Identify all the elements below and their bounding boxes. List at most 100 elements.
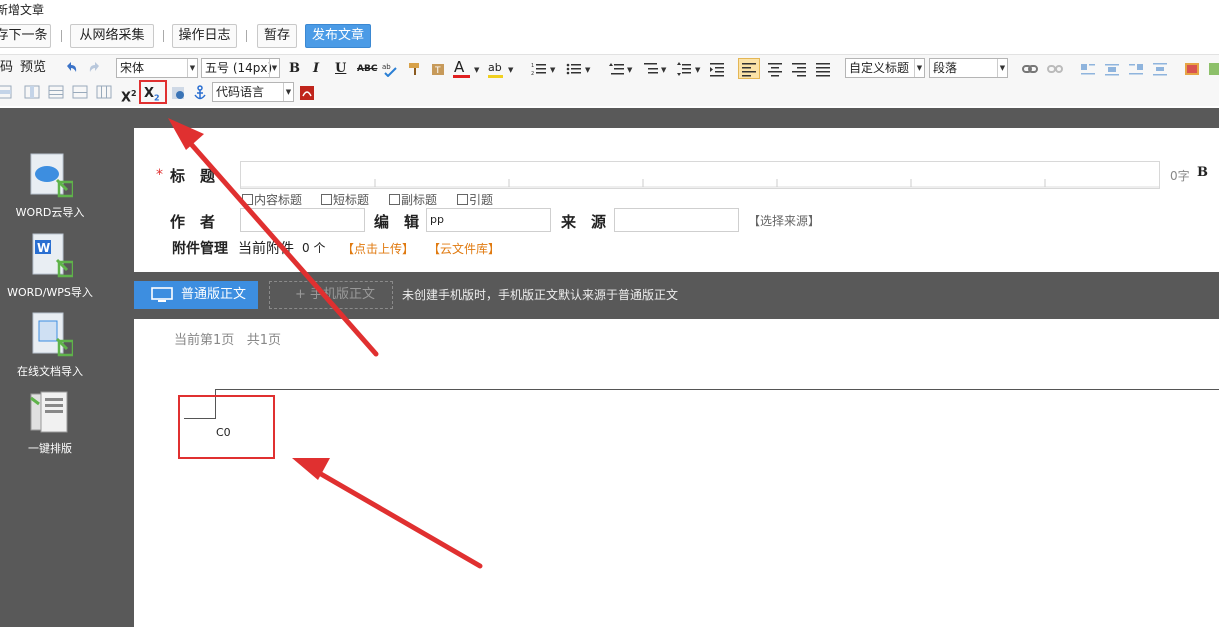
collect-from-web-button[interactable]: 从网络采集	[70, 24, 154, 48]
font-color-icon[interactable]: A	[454, 57, 464, 77]
line-height-icon[interactable]	[676, 61, 692, 77]
option-subtitle[interactable]: 副标题	[389, 191, 437, 208]
save-draft-button[interactable]: 暂存	[257, 24, 297, 48]
link-icon[interactable]	[1022, 61, 1038, 77]
align-center-icon[interactable]	[767, 61, 783, 77]
title-char-counter: 0字	[1170, 169, 1190, 183]
font-size-select[interactable]: 五号 (14px) ▼	[201, 58, 280, 78]
superscript-icon[interactable]: X2	[121, 84, 137, 105]
chevron-down-icon[interactable]: ▼	[661, 66, 666, 74]
table-insert-row-icon[interactable]	[0, 84, 12, 100]
mobile-tab-note: 未创建手机版时，手机版正文默认来源于普通版正文	[402, 288, 679, 302]
checkbox[interactable]	[457, 194, 468, 205]
author-input[interactable]	[240, 208, 365, 232]
checkbox[interactable]	[321, 194, 332, 205]
font-color-swatch	[453, 75, 470, 78]
editor-label: 编 辑	[374, 213, 420, 231]
italic-icon[interactable]: I	[313, 59, 319, 79]
svg-text:1: 1	[531, 63, 534, 69]
clear-format-icon[interactable]: T	[430, 61, 446, 77]
monitor-icon	[151, 287, 173, 302]
cloud-library-link[interactable]: 【云文件库】	[428, 240, 500, 257]
highlight-color-swatch	[488, 75, 503, 78]
title-label: 标 题	[170, 167, 216, 185]
upload-link[interactable]: 【点击上传】	[342, 240, 414, 257]
align-left-icon[interactable]	[741, 61, 757, 77]
unordered-list-icon[interactable]	[566, 61, 582, 77]
source-label: 来 源	[561, 213, 607, 231]
option-short-title[interactable]: 短标题	[321, 191, 369, 208]
table-merge-icon[interactable]	[48, 84, 64, 100]
ordered-list-icon[interactable]: 12	[531, 61, 547, 77]
strikethrough-icon[interactable]: ABC	[357, 59, 377, 79]
pdf-icon[interactable]	[299, 85, 315, 101]
chevron-down-icon[interactable]: ▼	[627, 66, 632, 74]
paragraph-select[interactable]: 段落 ▼	[929, 58, 1008, 78]
row-spacing-bottom-icon[interactable]	[643, 61, 659, 77]
source-input[interactable]	[614, 208, 739, 232]
title-input[interactable]	[240, 161, 1160, 189]
checkbox[interactable]	[242, 194, 253, 205]
insert-image-icon[interactable]	[1184, 61, 1200, 77]
custom-heading-select[interactable]: 自定义标题 ▼	[845, 58, 925, 78]
option-lead-title[interactable]: 引题	[457, 191, 493, 208]
chevron-down-icon[interactable]: ▼	[550, 66, 555, 74]
subscript-highlight-box	[139, 80, 167, 104]
page-top-border	[215, 389, 1219, 390]
bold-icon[interactable]: B	[289, 59, 300, 79]
checkbox-label: 内容标题	[254, 193, 303, 207]
anchor-icon[interactable]	[192, 85, 208, 101]
result-highlight-box	[178, 395, 275, 459]
publish-button[interactable]: 发布文章	[305, 24, 371, 48]
redo-icon[interactable]	[87, 60, 103, 76]
tab-normal-content[interactable]: 普通版正文	[134, 281, 258, 309]
align-right-icon[interactable]	[791, 61, 807, 77]
image-center-icon[interactable]	[1152, 61, 1168, 77]
insert-image-multi-icon[interactable]	[1208, 61, 1219, 77]
checkbox[interactable]	[389, 194, 400, 205]
image-float-none-icon[interactable]	[1104, 61, 1120, 77]
spellcheck-icon[interactable]: ab	[382, 61, 398, 77]
editor-input[interactable]: pp	[426, 208, 551, 232]
divider	[246, 30, 247, 42]
custom-heading-value: 自定义标题	[849, 61, 910, 75]
font-family-select[interactable]: 宋体 ▼	[116, 58, 198, 78]
code-language-select[interactable]: 代码语言 ▼	[212, 82, 294, 102]
chevron-down-icon[interactable]: ▼	[474, 66, 479, 74]
source-code-button[interactable]: 码	[0, 58, 13, 78]
chevron-down-icon[interactable]: ▼	[585, 66, 590, 74]
choose-source-link[interactable]: 【选择来源】	[748, 212, 820, 229]
sidebar-item-online-doc-import[interactable]: 在线文档导入	[0, 311, 100, 379]
chevron-down-icon: ▼	[187, 59, 197, 77]
sidebar-item-word-wps-import[interactable]: W WORD/WPS导入	[0, 232, 100, 300]
operation-log-button[interactable]: 操作日志	[172, 24, 237, 48]
table-split-icon[interactable]	[72, 84, 88, 100]
chevron-down-icon[interactable]: ▼	[695, 66, 700, 74]
table-delete-icon[interactable]	[96, 84, 112, 100]
image-float-left-icon[interactable]	[1080, 61, 1096, 77]
sidebar-item-auto-format[interactable]: 一键排版	[0, 388, 100, 456]
font-size-value: 五号 (14px)	[205, 61, 273, 75]
format-painter-icon[interactable]	[407, 61, 423, 77]
sidebar-item-word-cloud-import[interactable]: WORD云导入	[0, 152, 100, 220]
attachment-count: 0 个	[302, 241, 326, 255]
row-spacing-top-icon[interactable]	[609, 61, 625, 77]
special-char-icon[interactable]	[171, 85, 187, 101]
title-bold-toggle[interactable]: B	[1197, 165, 1208, 180]
unlink-icon[interactable]	[1047, 61, 1063, 77]
chevron-down-icon[interactable]: ▼	[508, 66, 513, 74]
underline-icon[interactable]: U	[335, 59, 346, 79]
tab-mobile-content[interactable]: + 手机版正文	[269, 281, 393, 309]
indent-icon[interactable]	[709, 61, 725, 77]
undo-icon[interactable]	[63, 60, 79, 76]
preview-button[interactable]: 预览	[20, 58, 46, 78]
chevron-down-icon: ▼	[269, 59, 279, 77]
table-insert-col-icon[interactable]	[24, 84, 40, 100]
rich-text-editor[interactable]: 当前第1页 共1页 C0	[134, 319, 1219, 627]
tab-label: 普通版正文	[181, 287, 247, 302]
attachment-label: 附件管理	[172, 241, 228, 257]
image-float-right-icon[interactable]	[1128, 61, 1144, 77]
align-justify-icon[interactable]	[815, 61, 831, 77]
option-content-title[interactable]: 内容标题	[242, 191, 302, 208]
save-next-button[interactable]: 存下一条	[0, 24, 51, 48]
